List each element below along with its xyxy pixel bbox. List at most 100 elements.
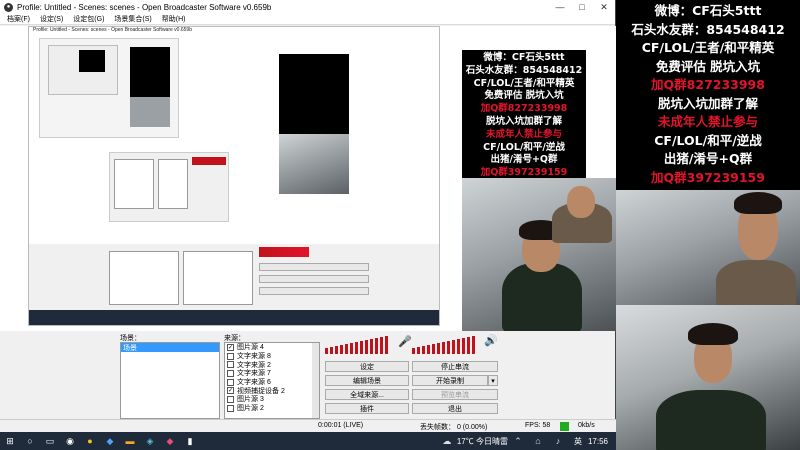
ime-indicator[interactable]: 英 (574, 436, 582, 447)
bitrate-readout: 0kb/s (578, 422, 595, 429)
overlay-promo-line-6: 脱坑入坑加群了解 (657, 95, 758, 111)
preview-stream-button[interactable]: 预览串流 (412, 389, 498, 400)
app2-taskbar-icon[interactable]: ◆ (162, 433, 178, 449)
promo-line-2: 石头水友群：854548412 (465, 64, 583, 76)
speaker-icon[interactable]: 🔊 (484, 334, 498, 347)
source-checkbox[interactable]: ✓ (227, 343, 234, 351)
nested-promo-mid (279, 54, 349, 134)
fps-readout: FPS: 58 (525, 422, 551, 429)
search-icon[interactable]: ○ (22, 433, 38, 449)
maximize-button[interactable]: □ (571, 0, 593, 14)
nested-promo-tiny (79, 50, 105, 72)
overlay-promo-line-10: 加Q群397239159 (651, 169, 765, 185)
source-checkbox[interactable] (227, 378, 234, 386)
obs-logo-icon: ● (4, 2, 13, 12)
windows-start-icon[interactable]: ⊞ (2, 433, 18, 449)
weather-text[interactable]: 17℃ 今日晴雷 (457, 436, 508, 447)
network-icon[interactable]: ⌂ (530, 433, 546, 449)
source-checkbox[interactable] (227, 369, 234, 377)
desktop-volume-bars (412, 336, 475, 354)
promo-line-1: 微博：CF石头5ttt (483, 52, 565, 63)
nested-taskbar (29, 310, 439, 325)
preview-webcam (462, 178, 616, 331)
overlay-webcam-top (616, 190, 800, 305)
status-bar: 0:00:01 (LIVE) 丢失帧数： 0 (0.00%) FPS: 58 0… (0, 419, 616, 432)
desktop-volume-meter[interactable] (412, 334, 487, 356)
app3-taskbar-icon[interactable]: ▮ (182, 433, 198, 449)
overlay-promo-line-3: CF/LOL/王者/和平精英 (641, 40, 775, 55)
overlay-promo-line-7: 未成年人禁止参与 (657, 114, 758, 129)
menu-settings[interactable]: 设定(S) (35, 14, 68, 24)
source-item[interactable]: 图片源 2 (225, 404, 319, 413)
minimize-button[interactable]: — (549, 0, 571, 14)
settings-button[interactable]: 设定 (325, 361, 409, 372)
taskbar: ⊞ ○ ▭ ◉ ● ◆ ▬ ◈ ◆ ▮ ☁ 17℃ 今日晴雷 ⌃ ⌂ ♪ 英 1… (0, 432, 616, 450)
promo-line-3: CF/LOL/王者/和平精英 (473, 77, 575, 89)
menu-profiles[interactable]: 设定包(G) (68, 14, 109, 24)
exit-button[interactable]: 退出 (412, 403, 498, 414)
obs-window: ● Profile: Untitled - Scenes: scenes - O… (0, 0, 616, 450)
nested-docks-small (109, 152, 229, 222)
overlay-webcam-bottom (616, 305, 800, 450)
plugins-button[interactable]: 插件 (325, 403, 409, 414)
nested-docks (109, 245, 379, 309)
title-bar: ● Profile: Untitled - Scenes: scenes - O… (0, 0, 615, 14)
scenes-list[interactable]: 场景 (120, 342, 220, 419)
promo-line-8: CF/LOL/和平/逆战 (483, 141, 565, 153)
nested-window-title: Profile: Untitled - Scenes: scenes - Ope… (29, 27, 439, 34)
overlay-promo-line-9: 出猪/淆号+Q群 (663, 151, 753, 166)
obs-taskbar-icon[interactable]: ◉ (62, 433, 78, 449)
browser-taskbar-icon[interactable]: ◆ (102, 433, 118, 449)
nested-webcam-small (130, 97, 170, 127)
source-checkbox[interactable] (227, 404, 234, 412)
menu-scene-collection[interactable]: 场景集合(S) (109, 14, 156, 24)
overlay-promo-line-2: 石头水友群：854548412 (631, 21, 785, 37)
weather-icon: ☁ (442, 435, 452, 446)
source-checkbox[interactable] (227, 395, 234, 403)
menu-help[interactable]: 帮助(H) (157, 14, 191, 24)
stream-preview[interactable]: Profile: Untitled - Scenes: scenes - Ope… (0, 26, 616, 331)
global-sources-button[interactable]: 全域来源... (325, 389, 409, 400)
nested-webcam-mid (279, 134, 349, 194)
promo-line-4: 免费评估 脱坑入坑 (484, 90, 564, 102)
menu-bar: 档案(F) 设定(S) 设定包(G) 场景集合(S) 帮助(H) (0, 14, 615, 25)
promo-line-6: 脱坑入坑加群了解 (485, 115, 562, 127)
chrome-taskbar-icon[interactable]: ● (82, 433, 98, 449)
dropped-frames: 丢失帧数： 0 (0.00%) (420, 424, 488, 431)
edit-scene-button[interactable]: 编辑场景 (325, 375, 409, 386)
sources-scrollbar[interactable] (312, 343, 319, 418)
menu-file[interactable]: 档案(F) (2, 14, 35, 24)
sources-list[interactable]: ✓ 图片源 4 文字来源 8 文字来源 2 文字来源 7 文字来源 6 ✓ 视频捕捉… (224, 342, 320, 419)
stop-stream-button[interactable]: 停止串流 (412, 361, 498, 372)
tray-up-arrow-icon[interactable]: ⌃ (510, 433, 526, 449)
window-title: Profile: Untitled - Scenes: scenes - Ope… (17, 2, 272, 12)
source-checkbox[interactable] (227, 352, 234, 360)
task-view-icon[interactable]: ▭ (42, 433, 58, 449)
overlay-promo-line-1: 微博：CF石头5ttt (654, 3, 762, 18)
overlay-promo-line-8: CF/LOL/和平/逆战 (654, 132, 762, 148)
overlay-panel: 微博：CF石头5ttt 石头水友群：854548412 CF/LOL/王者/和平… (616, 0, 800, 450)
volume-icon[interactable]: ♪ (550, 433, 566, 449)
stream-status-indicator (560, 422, 569, 431)
overlay-promo-line-4: 免费评估 脱坑入坑 (655, 58, 761, 74)
microphone-icon[interactable]: 🎤 (398, 335, 412, 348)
promo-line-5: 加Q群827233998 (480, 103, 568, 115)
preview-promo-panel: 微博：CF石头5ttt 石头水友群：854548412 CF/LOL/王者/和平… (462, 50, 586, 178)
mic-volume-meter[interactable] (325, 334, 400, 356)
clock[interactable]: 17:56 (588, 437, 608, 446)
stream-time: 0:00:01 (LIVE) (318, 422, 364, 429)
start-record-button[interactable]: 开始录制 (412, 375, 488, 386)
close-button[interactable]: ✕ (593, 0, 615, 14)
nested-promo-small (130, 47, 170, 97)
overlay-promo-panel: 微博：CF石头5ttt 石头水友群：854548412 CF/LOL/王者/和平… (616, 0, 800, 190)
nested-preview (29, 34, 439, 244)
folder-taskbar-icon[interactable]: ▬ (122, 433, 138, 449)
promo-line-9: 出猪/淆号+Q群 (490, 154, 558, 166)
nested-preview-level-2 (39, 38, 179, 138)
promo-line-7: 未成年人禁止参与 (485, 128, 562, 140)
source-checkbox[interactable]: ✓ (227, 387, 234, 395)
scene-item[interactable]: 场景 (121, 343, 219, 352)
record-dropdown-button[interactable]: ▾ (488, 375, 498, 386)
source-checkbox[interactable] (227, 361, 234, 369)
app-taskbar-icon[interactable]: ◈ (142, 433, 158, 449)
